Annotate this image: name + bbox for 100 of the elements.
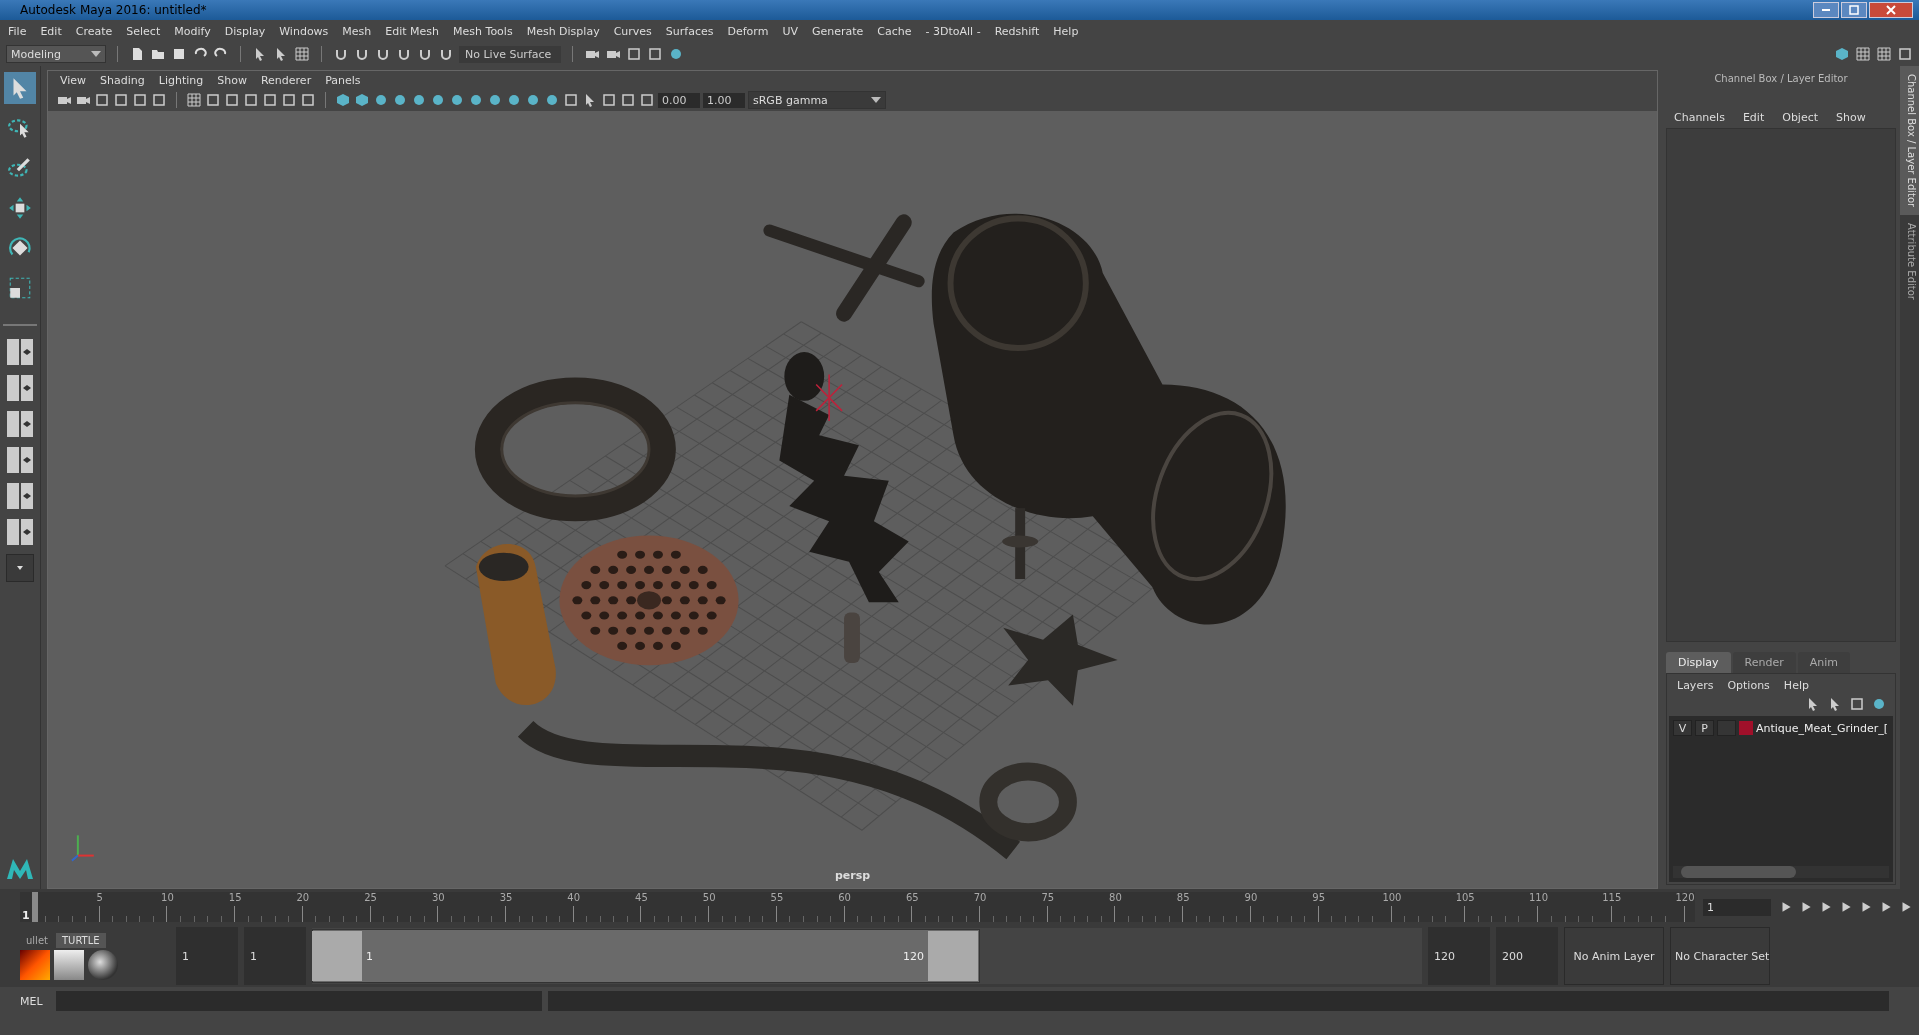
side-tab[interactable]: Attribute Editor [1900, 215, 1919, 309]
square-icon[interactable] [224, 92, 240, 108]
menu-item[interactable]: Mesh Tools [453, 24, 513, 38]
layer-name[interactable]: Antique_Meat_Grinder_[ [1756, 721, 1889, 735]
menu-item[interactable]: UV [782, 24, 798, 38]
square-icon[interactable] [300, 92, 316, 108]
square-icon[interactable] [563, 92, 579, 108]
cube-icon[interactable] [335, 92, 351, 108]
maximize-button[interactable] [1841, 2, 1867, 18]
square-icon[interactable] [1849, 696, 1865, 712]
menu-item[interactable]: Create [75, 24, 113, 38]
anim-layer-dropdown[interactable]: No Anim Layer [1564, 927, 1664, 985]
live-surface-field[interactable]: No Live Surface [459, 45, 561, 63]
circle-icon[interactable] [411, 92, 427, 108]
circle-icon[interactable] [449, 92, 465, 108]
layer-editor-tab[interactable]: Render [1732, 652, 1796, 673]
menu-item[interactable]: File [8, 24, 27, 38]
character-set-dropdown[interactable]: No Character Set [1670, 927, 1770, 985]
square-icon[interactable] [281, 92, 297, 108]
square-icon[interactable] [132, 92, 148, 108]
menu-item[interactable]: Curves [613, 24, 652, 38]
channel-box-menu-item[interactable]: Edit [1742, 111, 1765, 124]
cube-icon[interactable] [1834, 46, 1850, 62]
menu-item[interactable]: Mesh [342, 24, 372, 38]
circle-icon[interactable] [525, 92, 541, 108]
layer-color-swatch[interactable] [1739, 721, 1753, 735]
layer-editor-tab[interactable]: Anim [1797, 652, 1850, 673]
circle-icon[interactable] [430, 92, 446, 108]
panel-layout-icon[interactable] [6, 338, 34, 366]
square-icon[interactable] [262, 92, 278, 108]
panel-menu-item[interactable]: Panels [325, 73, 361, 87]
grid-icon[interactable] [1855, 46, 1871, 62]
menu-item[interactable]: Display [224, 24, 266, 38]
grid-icon[interactable] [294, 46, 310, 62]
square-icon[interactable] [243, 92, 259, 108]
shelf-tab[interactable]: TURTLE [55, 932, 106, 948]
square-icon[interactable] [639, 92, 655, 108]
layer-editor-menu-item[interactable]: Options [1727, 678, 1770, 692]
current-frame-field[interactable]: 1 [1703, 898, 1771, 916]
playback-toggle[interactable]: P [1695, 720, 1714, 736]
shelf-tool-icon[interactable] [54, 949, 84, 980]
sphere-icon[interactable] [88, 949, 118, 980]
panel-layout-icon[interactable] [6, 374, 34, 402]
panel-layout-icon[interactable] [6, 518, 34, 546]
square-icon[interactable] [94, 92, 110, 108]
start-frame-field[interactable]: 1 [176, 927, 238, 985]
playback-end-field[interactable]: 120 [1428, 927, 1490, 985]
menu-item[interactable]: Edit Mesh [385, 24, 440, 38]
menu-item[interactable]: Surfaces [665, 24, 714, 38]
square-icon[interactable] [113, 92, 129, 108]
menu-item[interactable]: Help [1053, 24, 1079, 38]
command-input-field[interactable] [56, 991, 542, 1011]
square-icon[interactable] [1897, 46, 1913, 62]
viewport[interactable]: persp [48, 111, 1657, 888]
square-icon[interactable] [647, 46, 663, 62]
channel-box-menu-item[interactable]: Show [1836, 111, 1866, 124]
square-icon[interactable] [205, 92, 221, 108]
menu-item[interactable]: Windows [279, 24, 329, 38]
color-space-dropdown[interactable]: sRGB gamma [748, 91, 886, 109]
menu-item[interactable]: Mesh Display [526, 24, 600, 38]
shelf-tool-icon[interactable] [20, 949, 50, 980]
circle-icon[interactable] [1871, 696, 1887, 712]
mode-dropdown[interactable]: Modeling [6, 45, 106, 63]
range-end-handle[interactable] [928, 931, 978, 981]
menu-item[interactable]: Edit [40, 24, 62, 38]
time-slider[interactable]: 1 5 10 15 20 25 30 35 40 45 50 55 60 65 70 75 80 85 90 95 100 105 110 115 120 [20, 892, 1695, 922]
panel-layout-icon[interactable] [6, 446, 34, 474]
select-tool-icon[interactable] [4, 72, 36, 104]
square-icon[interactable] [601, 92, 617, 108]
end-frame-field[interactable]: 200 [1496, 927, 1558, 985]
circle-icon[interactable] [373, 92, 389, 108]
channel-box-menu-item[interactable]: Object [1782, 111, 1819, 124]
square-icon[interactable] [620, 92, 636, 108]
circle-icon[interactable] [668, 46, 684, 62]
close-button[interactable] [1869, 2, 1913, 18]
square-icon[interactable] [151, 92, 167, 108]
circle-icon[interactable] [544, 92, 560, 108]
command-language-label[interactable]: MEL [20, 994, 50, 1008]
visibility-toggle[interactable]: V [1673, 720, 1692, 736]
menu-item[interactable]: Redshift [994, 24, 1040, 38]
circle-icon[interactable] [468, 92, 484, 108]
panel-menu-item[interactable]: Shading [100, 73, 145, 87]
panel-menu-item[interactable]: Show [217, 73, 247, 87]
menu-item[interactable]: Select [126, 24, 161, 38]
circle-icon[interactable] [392, 92, 408, 108]
menu-item[interactable]: - 3DtoAll - [925, 24, 981, 38]
range-start-handle[interactable] [312, 931, 362, 981]
layer-editor-tab[interactable]: Display [1666, 652, 1731, 673]
cube-icon[interactable] [354, 92, 370, 108]
panel-layout-icon[interactable] [6, 410, 34, 438]
gamma-field[interactable]: 1.00 [703, 92, 745, 108]
menu-item[interactable]: Generate [811, 24, 864, 38]
range-slider[interactable]: 1 120 [312, 928, 1422, 984]
exposure-field[interactable]: 0.00 [658, 92, 700, 108]
circle-icon[interactable] [487, 92, 503, 108]
side-tab[interactable]: Channel Box / Layer Editor [1900, 66, 1919, 216]
menu-item[interactable]: Cache [877, 24, 912, 38]
horizontal-scrollbar[interactable] [1673, 866, 1889, 878]
menu-item[interactable]: Modify [174, 24, 211, 38]
panel-menu-item[interactable]: Renderer [260, 73, 312, 87]
